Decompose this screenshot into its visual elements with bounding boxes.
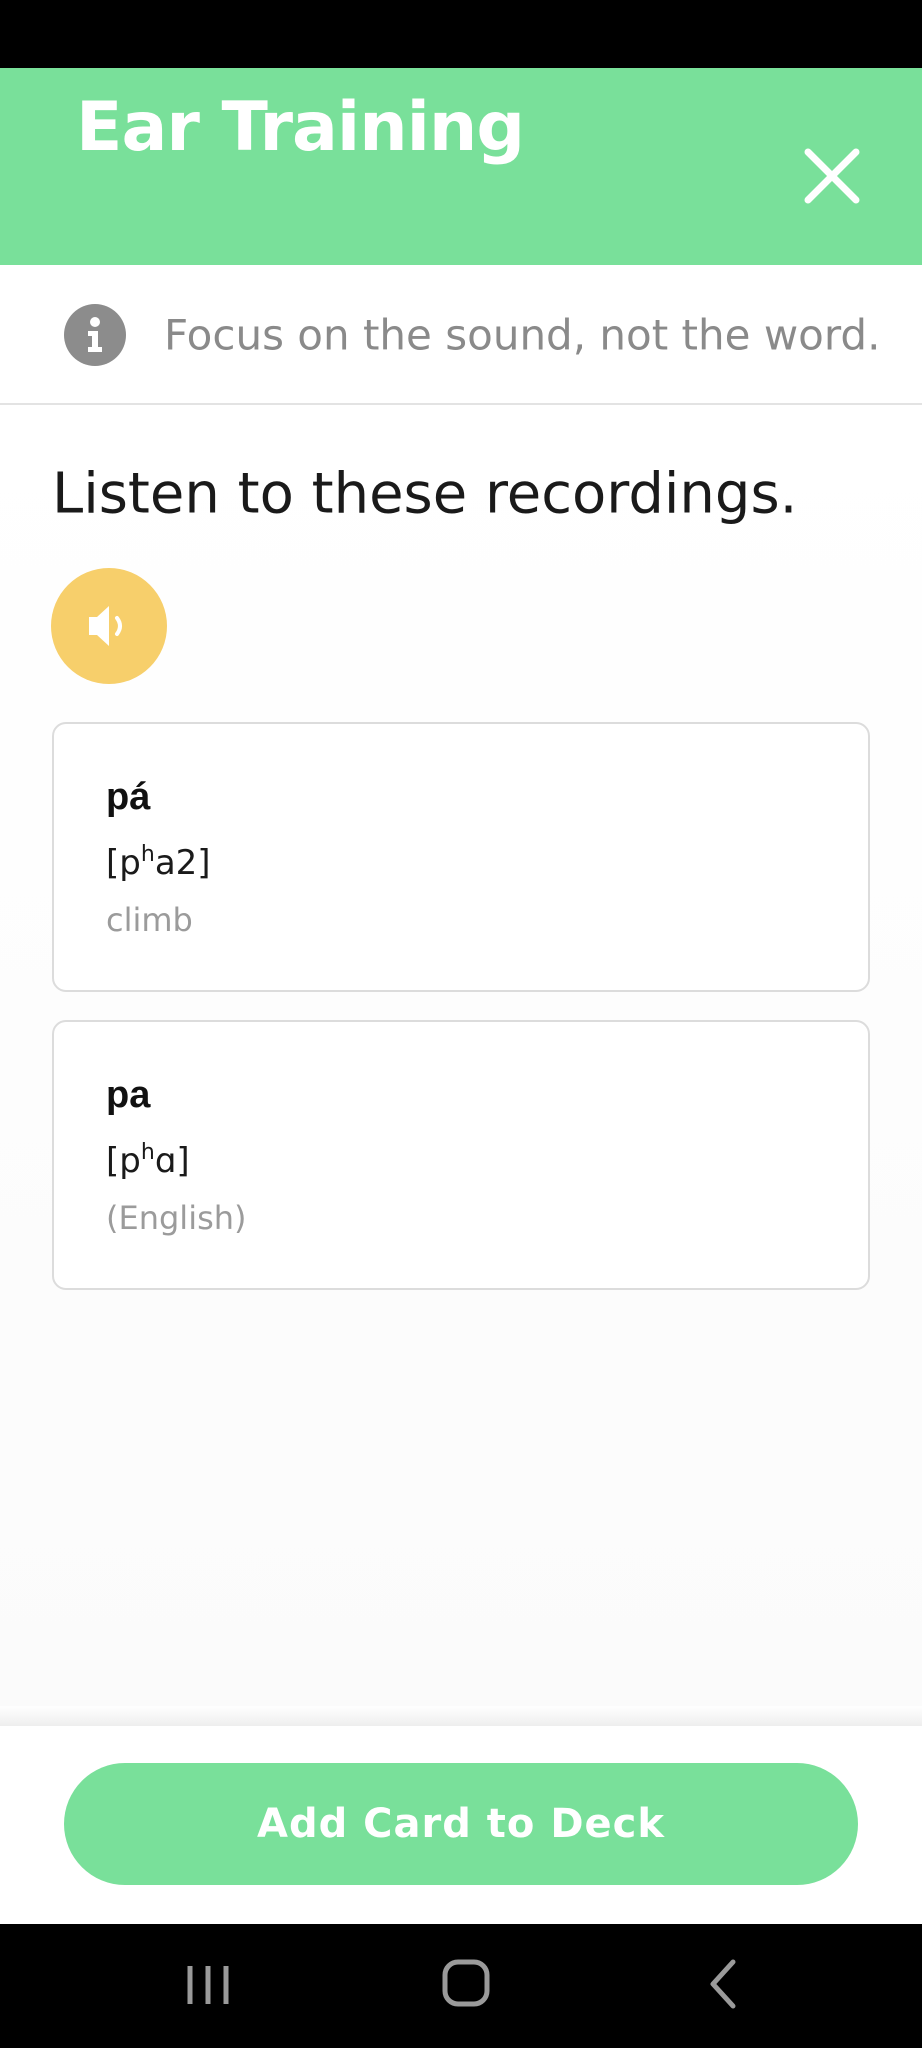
play-audio-button[interactable] bbox=[51, 568, 167, 684]
recents-button[interactable] bbox=[168, 1944, 248, 2024]
recording-card[interactable]: pa [phɑ] (English) bbox=[52, 1020, 870, 1290]
status-bar bbox=[0, 0, 922, 68]
card-meaning: climb bbox=[106, 901, 193, 939]
close-icon bbox=[804, 148, 860, 204]
back-icon bbox=[710, 1959, 736, 2009]
system-nav-bar bbox=[0, 1924, 922, 2048]
speaker-icon bbox=[89, 606, 122, 646]
home-button[interactable] bbox=[425, 1944, 505, 2024]
footer-divider bbox=[0, 1706, 922, 1726]
recents-icon bbox=[187, 1966, 229, 2004]
recording-card[interactable]: pá [pha2] climb bbox=[52, 722, 870, 992]
footer: Add Card to Deck bbox=[0, 1726, 922, 1926]
page-title: Ear Training bbox=[76, 88, 525, 167]
back-button[interactable] bbox=[683, 1944, 763, 2024]
home-icon bbox=[442, 1959, 490, 2007]
close-button[interactable] bbox=[796, 140, 868, 212]
app-header: Ear Training bbox=[0, 68, 922, 265]
add-card-to-deck-button[interactable]: Add Card to Deck bbox=[64, 1763, 858, 1885]
main-content: Listen to these recordings. pá [pha2] cl… bbox=[0, 407, 922, 1707]
add-card-button-label: Add Card to Deck bbox=[257, 1801, 665, 1847]
card-pronunciation: [phɑ] bbox=[106, 1140, 190, 1181]
info-banner: Focus on the sound, not the word. bbox=[0, 265, 922, 405]
instruction-heading: Listen to these recordings. bbox=[52, 461, 798, 527]
card-meaning: (English) bbox=[106, 1199, 247, 1237]
card-word: pa bbox=[106, 1074, 151, 1116]
info-text: Focus on the sound, not the word. bbox=[164, 310, 881, 360]
card-word: pá bbox=[106, 776, 151, 818]
info-icon bbox=[64, 304, 126, 366]
card-pronunciation: [pha2] bbox=[106, 842, 211, 883]
